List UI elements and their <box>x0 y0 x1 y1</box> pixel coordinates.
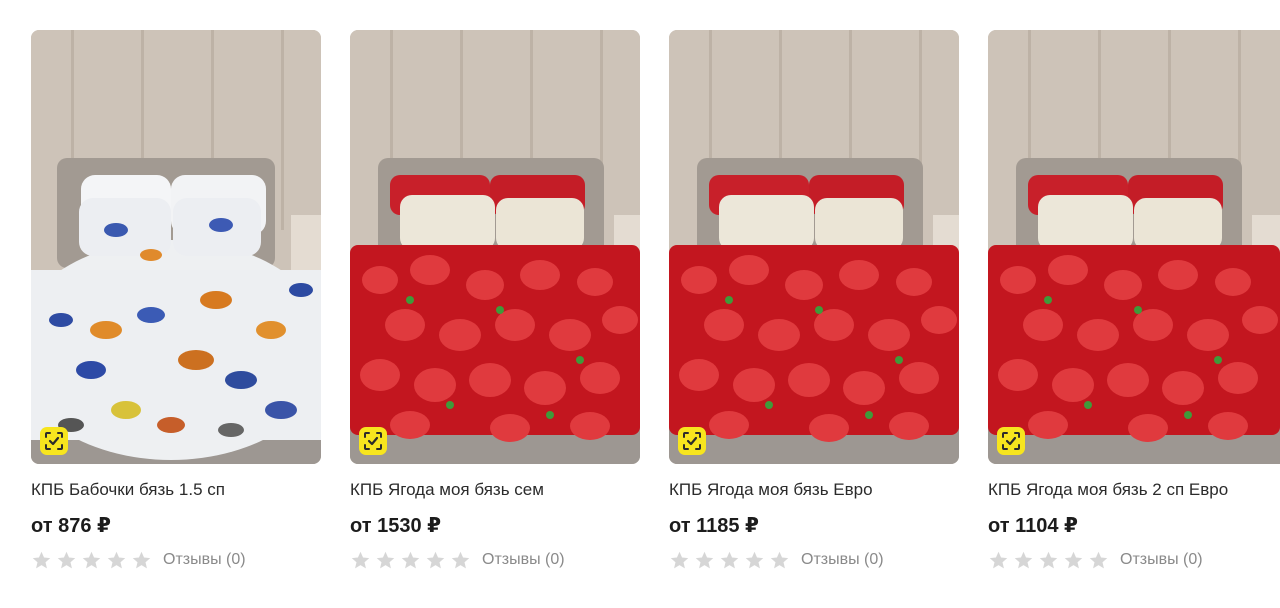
reviews-link[interactable]: Отзывы (0) <box>163 551 246 569</box>
star-icon <box>32 551 51 568</box>
rating-stars <box>988 550 1109 571</box>
star-icon <box>426 551 445 568</box>
bed-strawberries-image <box>669 30 959 464</box>
star-icon <box>107 551 126 568</box>
product-card[interactable]: КПБ Ягода моя бязь 2 сп Евро от 1104 ₽ О… <box>988 30 1280 571</box>
product-title[interactable]: КПБ Ягода моя бязь 2 сп Евро <box>988 479 1280 501</box>
product-photo[interactable] <box>350 30 640 464</box>
product-rating[interactable]: Отзывы (0) <box>350 549 640 571</box>
reviews-link[interactable]: Отзывы (0) <box>801 551 884 569</box>
star-icon <box>770 551 789 568</box>
verified-check-icon <box>678 427 706 455</box>
bed-butterflies-image <box>31 30 321 464</box>
verified-check-icon <box>359 427 387 455</box>
product-price: от 1104 ₽ <box>988 515 1078 537</box>
star-icon <box>989 551 1008 568</box>
reviews-link[interactable]: Отзывы (0) <box>1120 551 1203 569</box>
product-card[interactable]: КПБ Ягода моя бязь Евро от 1185 ₽ Отзывы… <box>669 30 959 571</box>
reviews-link[interactable]: Отзывы (0) <box>482 551 565 569</box>
product-price: от 1185 ₽ <box>669 515 759 537</box>
product-title[interactable]: КПБ Ягода моя бязь Евро <box>669 479 959 501</box>
product-title[interactable]: КПБ Бабочки бязь 1.5 сп <box>31 479 321 501</box>
product-photo[interactable] <box>669 30 959 464</box>
star-icon <box>695 551 714 568</box>
rating-stars <box>669 550 790 571</box>
star-icon <box>1014 551 1033 568</box>
product-price: от 1530 ₽ <box>350 515 442 537</box>
product-rating[interactable]: Отзывы (0) <box>988 549 1280 571</box>
product-title[interactable]: КПБ Ягода моя бязь сем <box>350 479 640 501</box>
product-rating[interactable]: Отзывы (0) <box>31 549 321 571</box>
product-price: от 876 ₽ <box>31 515 111 537</box>
star-icon <box>132 551 151 568</box>
verified-check-icon <box>40 427 68 455</box>
rating-stars <box>350 550 471 571</box>
star-icon <box>745 551 764 568</box>
star-icon <box>401 551 420 568</box>
product-grid: КПБ Бабочки бязь 1.5 сп от 876 ₽ Отзывы … <box>0 0 1280 608</box>
star-icon <box>670 551 689 568</box>
star-icon <box>57 551 76 568</box>
star-icon <box>451 551 470 568</box>
product-photo[interactable] <box>988 30 1280 464</box>
bed-strawberries-image <box>988 30 1280 464</box>
product-card[interactable]: КПБ Бабочки бязь 1.5 сп от 876 ₽ Отзывы … <box>31 30 321 571</box>
bed-strawberries-image <box>350 30 640 464</box>
star-icon <box>376 551 395 568</box>
star-icon <box>82 551 101 568</box>
star-icon <box>351 551 370 568</box>
star-icon <box>1039 551 1058 568</box>
product-rating[interactable]: Отзывы (0) <box>669 549 959 571</box>
star-icon <box>1089 551 1108 568</box>
product-card[interactable]: КПБ Ягода моя бязь сем от 1530 ₽ Отзывы … <box>350 30 640 571</box>
rating-stars <box>31 550 152 571</box>
star-icon <box>1064 551 1083 568</box>
star-icon <box>720 551 739 568</box>
verified-check-icon <box>997 427 1025 455</box>
product-photo[interactable] <box>31 30 321 464</box>
